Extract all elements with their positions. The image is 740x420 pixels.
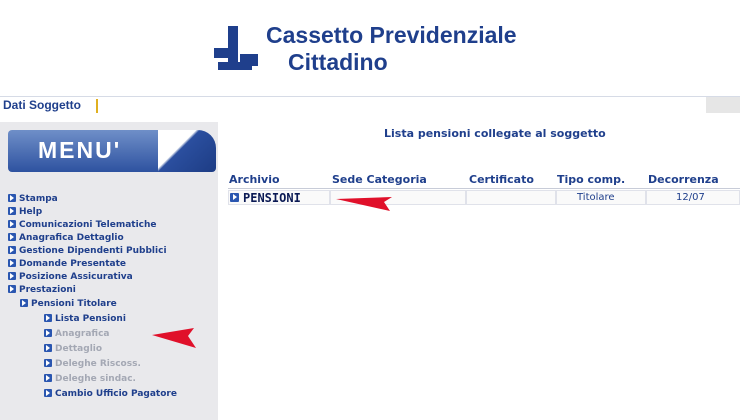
menu-item-label: Posizione Assicurativa (19, 272, 133, 282)
menu-item-posizione-assicurativa[interactable]: Posizione Assicurativa (8, 271, 133, 283)
col-certificato: Certificato (469, 173, 534, 186)
dati-soggetto-link[interactable]: Dati Soggetto (3, 98, 81, 112)
arrow-icon (8, 233, 16, 241)
menu-item-label: Deleghe Riscoss. (55, 359, 141, 369)
menu-item-cambio-ufficio[interactable]: Cambio Ufficio Pagatore (44, 388, 177, 400)
table-header-divider (228, 188, 740, 189)
separator (96, 99, 98, 113)
menu-item-label: Lista Pensioni (55, 314, 126, 324)
menu-header: MENU' (8, 130, 216, 172)
menu-item-label: Domande Presentate (19, 259, 126, 269)
app-header: Cassetto Previdenziale Cittadino (0, 0, 740, 88)
logo-text: Cassetto Previdenziale Cittadino (266, 22, 517, 76)
menu-item-label: Anagrafica (55, 329, 110, 339)
menu-item-help[interactable]: Help (8, 206, 42, 218)
col-tipo-comp: Tipo comp. (557, 173, 626, 186)
arrow-icon (44, 389, 52, 397)
side-menu: MENU' Stampa Help Comunicazioni Telemati… (0, 122, 218, 420)
arrow-icon (8, 246, 16, 254)
arrow-icon (8, 207, 16, 215)
menu-item-anagrafica-dettaglio[interactable]: Anagrafica Dettaglio (8, 232, 124, 244)
menu-item-lista-pensioni[interactable]: Lista Pensioni (44, 313, 126, 325)
menu-item-deleghe-riscoss[interactable]: Deleghe Riscoss. (44, 358, 141, 370)
menu-item-gestione-dipendenti[interactable]: Gestione Dipendenti Pubblici (8, 245, 167, 257)
top-bar-filler (706, 97, 740, 113)
menu-item-label: Prestazioni (19, 285, 76, 295)
menu-item-dettaglio[interactable]: Dettaglio (44, 343, 102, 355)
arrow-icon (8, 194, 16, 202)
menu-item-label: Cambio Ufficio Pagatore (55, 389, 177, 399)
arrow-icon (8, 220, 16, 228)
page-title: Lista pensioni collegate al soggetto (384, 127, 606, 140)
menu-item-comunicazioni[interactable]: Comunicazioni Telematiche (8, 219, 157, 231)
menu-item-label: Anagrafica Dettaglio (19, 233, 124, 243)
menu-item-domande-presentate[interactable]: Domande Presentate (8, 258, 126, 270)
arrow-icon (230, 193, 239, 202)
logo-line2: Cittadino (288, 49, 388, 75)
menu-item-label: Help (19, 207, 43, 217)
pensioni-label: PENSIONI (243, 191, 301, 205)
top-bar: Dati Soggetto (0, 96, 740, 115)
col-sede-categoria: Sede Categoria (332, 173, 427, 186)
menu-item-prestazioni[interactable]: Prestazioni (8, 284, 76, 296)
annotation-arrow-content (336, 197, 392, 211)
menu-item-label: Stampa (19, 194, 58, 204)
arrow-icon (44, 374, 52, 382)
menu-item-label: Comunicazioni Telematiche (19, 220, 157, 230)
menu-item-label: Dettaglio (55, 344, 103, 354)
menu-item-anagrafica[interactable]: Anagrafica (44, 328, 109, 340)
arrow-icon (44, 329, 52, 337)
arrow-icon (20, 299, 28, 307)
menu-item-stampa[interactable]: Stampa (8, 193, 58, 205)
arrow-icon (8, 259, 16, 267)
arrow-icon (44, 314, 52, 322)
col-archivio: Archivio (229, 173, 280, 186)
menu-title: MENU' (38, 137, 122, 163)
annotation-arrow-menu (152, 328, 196, 348)
table-row (228, 190, 740, 205)
menu-item-deleghe-sindac[interactable]: Deleghe sindac. (44, 373, 136, 385)
pensioni-link[interactable]: PENSIONI (230, 191, 301, 205)
col-decorrenza: Decorrenza (648, 173, 719, 186)
logo-line1: Cassetto Previdenziale (266, 22, 517, 48)
menu-item-pensioni-titolare[interactable]: Pensioni Titolare (20, 298, 117, 310)
arrow-icon (8, 272, 16, 280)
cell-tipo-comp-value: Titolare (577, 192, 615, 203)
arrow-icon (44, 359, 52, 367)
menu-item-label: Pensioni Titolare (31, 299, 117, 309)
logo-icon (214, 26, 262, 74)
arrow-icon (8, 285, 16, 293)
menu-item-label: Deleghe sindac. (55, 374, 136, 384)
cell-decorrenza-value: 12/07 (676, 192, 705, 203)
menu-item-label: Gestione Dipendenti Pubblici (19, 246, 167, 256)
cell-certificato (466, 190, 556, 205)
arrow-icon (44, 344, 52, 352)
